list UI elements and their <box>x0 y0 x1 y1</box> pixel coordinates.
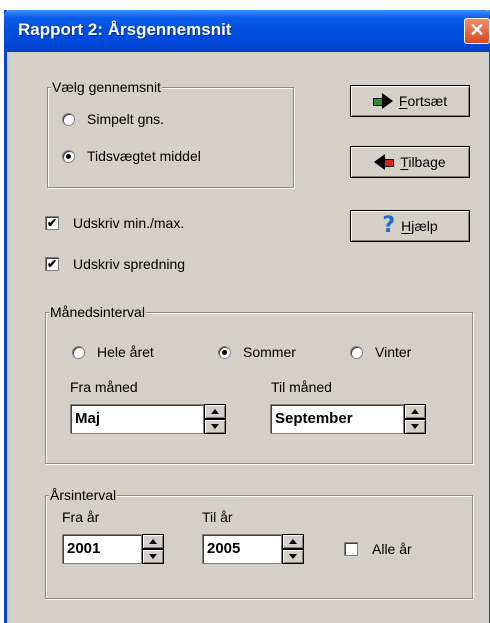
spin-buttons[interactable] <box>142 534 164 564</box>
close-icon: ✕ <box>469 20 485 40</box>
from-year-field[interactable]: 2001 <box>62 534 142 564</box>
right-arrow-icon <box>372 93 393 109</box>
spin-buttons[interactable] <box>282 534 304 564</box>
month-interval-groupbox: Månedsinterval Hele året Sommer Vinter F… <box>45 303 473 464</box>
checkbox-print-minmax[interactable]: ✔ Udskriv min./max. <box>45 215 184 231</box>
spin-down-button[interactable] <box>142 549 164 564</box>
radio-circle[interactable] <box>218 345 231 359</box>
checkbox-box[interactable]: ✔ <box>45 216 59 230</box>
radio-whole-year[interactable]: Hele året <box>72 344 154 360</box>
to-year-label: Til år <box>202 509 233 525</box>
spin-buttons[interactable] <box>404 404 426 434</box>
radio-winter[interactable]: Vinter <box>350 344 411 360</box>
from-month-label: Fra måned <box>70 379 138 395</box>
year-interval-legend: Årsinterval <box>49 486 118 504</box>
to-month-spinner[interactable]: September <box>270 404 426 434</box>
to-month-label: Til måned <box>271 379 332 395</box>
from-month-spinner[interactable]: Maj <box>70 404 226 434</box>
radio-summer[interactable]: Sommer <box>218 344 296 360</box>
help-button[interactable]: ? Hjælp <box>350 210 470 242</box>
average-groupbox: Vælg gennemsnit Simpelt gns. Tidsvægtet … <box>47 78 294 188</box>
checkbox-box[interactable]: ✔ <box>45 257 59 271</box>
back-button[interactable]: Tilbage <box>350 146 470 178</box>
checkbox-label: Udskriv spredning <box>73 256 186 272</box>
checkbox-box[interactable] <box>344 542 358 556</box>
year-interval-groupbox: Årsinterval Fra år Til år 2001 2005 Alle… <box>45 486 473 599</box>
radio-circle[interactable] <box>62 112 75 126</box>
question-mark-icon: ? <box>382 213 396 238</box>
checkbox-label: Udskriv min./max. <box>73 215 185 231</box>
from-month-field[interactable]: Maj <box>70 404 204 434</box>
spin-down-button[interactable] <box>204 419 226 434</box>
month-interval-legend: Månedsinterval <box>49 303 146 321</box>
close-button[interactable]: ✕ <box>464 18 490 44</box>
radio-time-weighted[interactable]: Tidsvægtet middel <box>62 148 201 164</box>
spin-up-button[interactable] <box>404 404 426 419</box>
continue-label: ortsæt <box>407 93 448 109</box>
radio-label: Simpelt gns. <box>87 111 165 127</box>
continue-button[interactable]: Fortsæt <box>350 85 470 117</box>
radio-label: Vinter <box>375 344 412 360</box>
average-legend: Vælg gennemsnit <box>51 78 162 96</box>
dialog-window: Rapport 2: Årsgennemsnit ✕ Vælg gennemsn… <box>4 10 490 623</box>
to-month-field[interactable]: September <box>270 404 404 434</box>
to-year-field[interactable]: 2005 <box>202 534 282 564</box>
spin-up-button[interactable] <box>282 534 304 549</box>
radio-circle[interactable] <box>350 345 363 359</box>
left-arrow-icon <box>374 154 395 170</box>
spin-down-button[interactable] <box>404 419 426 434</box>
help-label: jælp <box>411 218 438 234</box>
spin-up-button[interactable] <box>142 534 164 549</box>
to-year-spinner[interactable]: 2005 <box>202 534 304 564</box>
radio-label: Sommer <box>243 344 296 360</box>
checkbox-print-spread[interactable]: ✔ Udskriv spredning <box>45 256 185 272</box>
spin-up-button[interactable] <box>204 404 226 419</box>
radio-simple-average[interactable]: Simpelt gns. <box>62 111 164 127</box>
spin-down-button[interactable] <box>282 549 304 564</box>
radio-label: Hele året <box>97 344 154 360</box>
from-year-label: Fra år <box>62 509 100 525</box>
checkbox-label: Alle år <box>372 541 412 557</box>
checkbox-all-years[interactable]: Alle år <box>344 541 412 557</box>
radio-circle[interactable] <box>72 345 85 359</box>
from-year-spinner[interactable]: 2001 <box>62 534 164 564</box>
spin-buttons[interactable] <box>204 404 226 434</box>
back-label: ilbage <box>408 154 446 170</box>
radio-label: Tidsvægtet middel <box>87 148 201 164</box>
mnemonic: H <box>401 218 412 234</box>
title-bar[interactable]: Rapport 2: Årsgennemsnit ✕ <box>4 10 490 52</box>
radio-circle[interactable] <box>62 149 75 163</box>
window-title: Rapport 2: Årsgennemsnit <box>18 20 232 39</box>
